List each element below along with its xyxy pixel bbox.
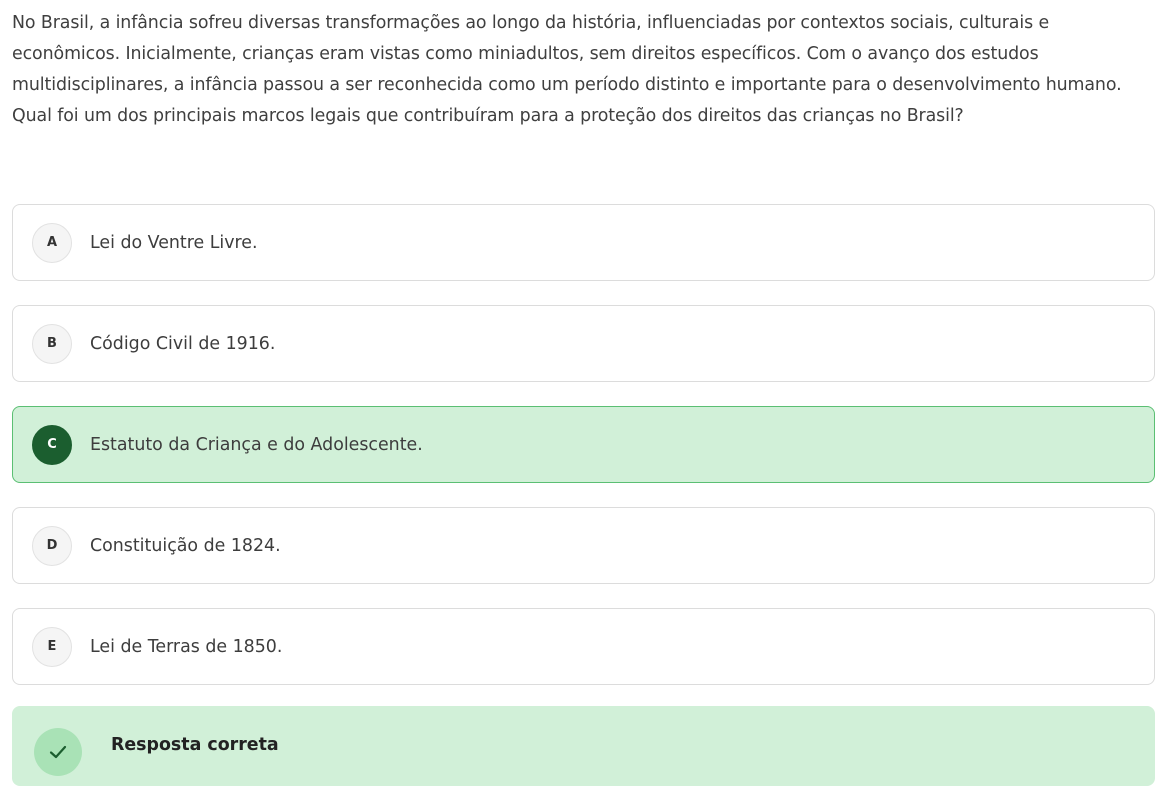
option-letter-badge: D <box>32 525 72 566</box>
option-letter-badge: E <box>32 626 72 667</box>
option-label: Código Civil de 1916. <box>90 333 276 354</box>
check-icon <box>34 728 82 776</box>
option-letter-badge: C <box>32 424 72 465</box>
option-letter-badge: B <box>32 323 72 364</box>
option-e[interactable]: E Lei de Terras de 1850. <box>12 608 1155 685</box>
option-label: Constituição de 1824. <box>90 535 281 556</box>
answer-options: A Lei do Ventre Livre. B Código Civil de… <box>12 204 1155 709</box>
option-b[interactable]: B Código Civil de 1916. <box>12 305 1155 382</box>
option-label: Estatuto da Criança e do Adolescente. <box>90 434 423 455</box>
option-a[interactable]: A Lei do Ventre Livre. <box>12 204 1155 281</box>
option-d[interactable]: D Constituição de 1824. <box>12 507 1155 584</box>
option-label: Lei do Ventre Livre. <box>90 232 258 253</box>
option-label: Lei de Terras de 1850. <box>90 636 283 657</box>
option-c[interactable]: C Estatuto da Criança e do Adolescente. <box>12 406 1155 483</box>
correct-answer-feedback: Resposta correta <box>12 706 1155 786</box>
option-letter-badge: A <box>32 222 72 263</box>
feedback-title: Resposta correta <box>111 735 279 755</box>
question-text: No Brasil, a infância sofreu diversas tr… <box>12 13 1122 126</box>
